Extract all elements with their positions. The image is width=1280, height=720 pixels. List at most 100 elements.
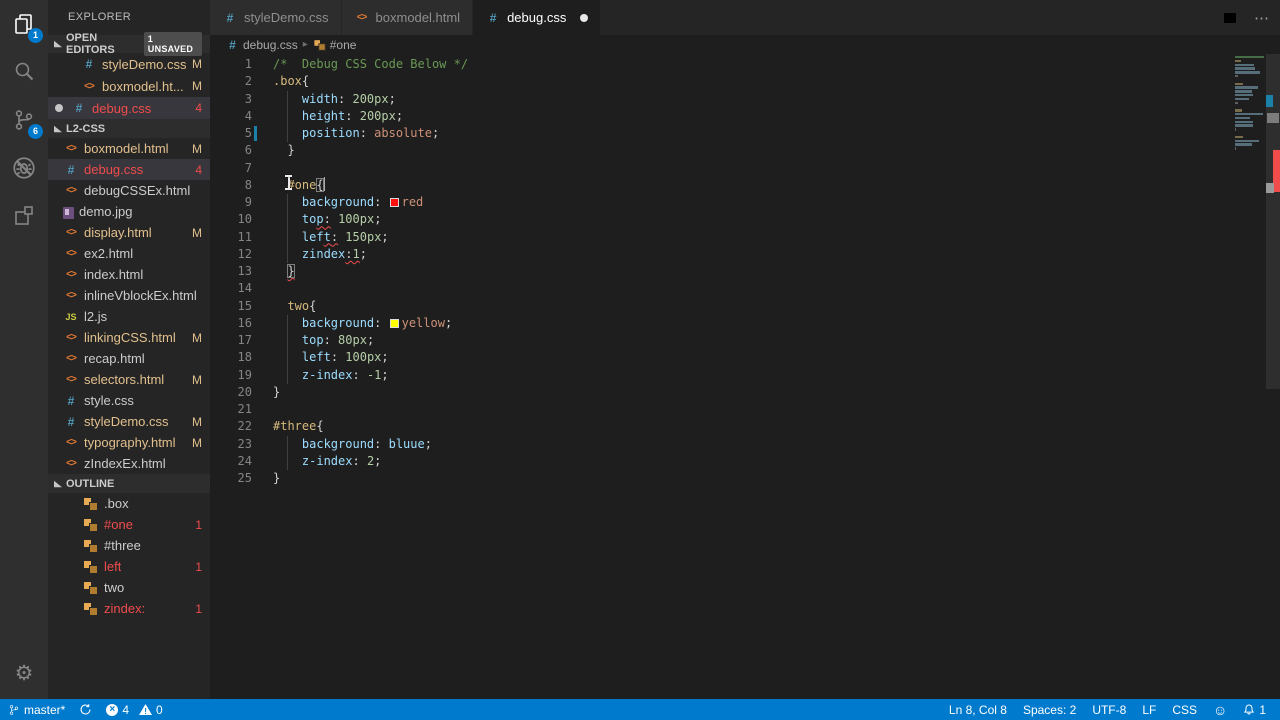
- code-line[interactable]: 8 #one{: [210, 176, 1234, 194]
- code-line[interactable]: 21: [210, 401, 1234, 418]
- code-line[interactable]: 10 top: 100px;: [210, 211, 1234, 229]
- folder-header[interactable]: L2-CSS: [48, 119, 210, 138]
- problems-item[interactable]: × 4 0: [106, 703, 163, 717]
- editor-content[interactable]: 1/* Debug CSS Code Below */2 .box{3 width…: [210, 54, 1280, 699]
- file-item[interactable]: <> selectors.html M: [48, 369, 210, 390]
- file-item[interactable]: <> recap.html: [48, 348, 210, 369]
- file-item[interactable]: <> debugCSSEx.html: [48, 180, 210, 201]
- unsaved-dot-icon[interactable]: [580, 13, 589, 22]
- open-editors-header[interactable]: OPEN EDITORS 1 UNSAVED: [48, 32, 210, 56]
- code-line[interactable]: 7: [210, 160, 1234, 177]
- code-line[interactable]: 11 left: 150px;: [210, 228, 1234, 246]
- code-line[interactable]: 3 width: 200px;: [210, 90, 1234, 108]
- code-line[interactable]: 18 left: 100px;: [210, 349, 1234, 367]
- css-file-icon: #: [67, 162, 75, 177]
- source-control-icon[interactable]: 6: [0, 96, 48, 144]
- eol-item[interactable]: LF: [1142, 703, 1156, 717]
- file-item[interactable]: <> inlineVblockEx.html: [48, 285, 210, 306]
- breadcrumb-item[interactable]: #one: [313, 38, 356, 52]
- code-line[interactable]: 19 z-index: -1;: [210, 366, 1234, 384]
- tab-debug.css[interactable]: # debug.css: [473, 0, 602, 35]
- indentation-item[interactable]: Spaces: 2: [1023, 703, 1076, 717]
- notifications-bell-item[interactable]: 1: [1243, 703, 1266, 717]
- tab-boxmodel.html[interactable]: <> boxmodel.html: [341, 0, 474, 35]
- outline-item[interactable]: #three: [48, 535, 210, 556]
- outline-item[interactable]: left 1: [48, 556, 210, 577]
- code-line[interactable]: 9 background: red: [210, 194, 1234, 212]
- code-line[interactable]: 20}: [210, 384, 1234, 401]
- code-line[interactable]: 5 position: absolute;: [210, 125, 1234, 143]
- token: :: [345, 108, 360, 123]
- sync-icon[interactable]: [79, 703, 92, 716]
- css-rule-symbol-icon: [84, 518, 98, 532]
- code-line[interactable]: 16 background: yellow;: [210, 314, 1234, 332]
- file-item[interactable]: <> zIndexEx.html: [48, 453, 210, 474]
- token: }: [287, 143, 295, 158]
- code-line[interactable]: 14: [210, 280, 1234, 297]
- file-item[interactable]: <> typography.html M: [48, 432, 210, 453]
- tab-styleDemo.css[interactable]: # styleDemo.css: [210, 0, 342, 35]
- extensions-icon[interactable]: [0, 192, 48, 240]
- split-editor-icon[interactable]: [1222, 10, 1238, 26]
- code-line[interactable]: 6 }: [210, 142, 1234, 159]
- code-line[interactable]: 22 #three{: [210, 418, 1234, 435]
- outline-item[interactable]: zindex: 1: [48, 598, 210, 619]
- outline-item[interactable]: #one 1: [48, 514, 210, 535]
- code-line[interactable]: 4 height: 200px;: [210, 107, 1234, 125]
- file-item[interactable]: # debug.css 4: [48, 159, 210, 180]
- overview-ruler[interactable]: [1266, 54, 1280, 699]
- open-editor-item[interactable]: <> boxmodel.ht... M: [48, 75, 210, 97]
- code-line[interactable]: 23 background: bluue;: [210, 435, 1234, 453]
- code-line[interactable]: 1 /* Debug CSS Code Below */: [210, 56, 1234, 73]
- outline-name: zindex:: [104, 601, 146, 616]
- search-icon[interactable]: [0, 48, 48, 96]
- file-item[interactable]: <> linkingCSS.html M: [48, 327, 210, 348]
- token: t: [323, 229, 331, 244]
- token: -1: [366, 367, 382, 382]
- code-line[interactable]: 12 zindex:1;: [210, 245, 1234, 263]
- code-line[interactable]: 24 z-index: 2;: [210, 452, 1234, 470]
- minimap-line: [1235, 97, 1250, 101]
- open-editor-item[interactable]: # styleDemo.css M: [48, 53, 210, 75]
- file-name: inlineVblockEx.html: [84, 288, 197, 303]
- file-item[interactable]: <> display.html M: [48, 222, 210, 243]
- file-item[interactable]: # style.css: [48, 390, 210, 411]
- language-mode-item[interactable]: CSS: [1172, 703, 1197, 717]
- file-item[interactable]: <> boxmodel.html M: [48, 138, 210, 159]
- file-item[interactable]: JS l2.js: [48, 306, 210, 327]
- more-actions-icon[interactable]: ⋯: [1254, 9, 1270, 27]
- overview-mark-modified: [1266, 95, 1273, 107]
- code-line[interactable]: 17 top: 80px;: [210, 332, 1234, 350]
- open-editor-item[interactable]: # debug.css 4: [48, 97, 210, 119]
- css-file-icon: #: [67, 414, 75, 429]
- settings-gear-icon[interactable]: ⚙: [0, 651, 48, 695]
- debug-icon[interactable]: [0, 144, 48, 192]
- line-number: 23: [237, 436, 252, 451]
- code-line[interactable]: 13 }: [210, 263, 1234, 280]
- file-item[interactable]: <> index.html: [48, 264, 210, 285]
- cursor-position-item[interactable]: Ln 8, Col 8: [949, 703, 1007, 717]
- outline-item[interactable]: two: [48, 577, 210, 598]
- open-changes-icon[interactable]: [1190, 10, 1206, 26]
- outline-item[interactable]: .box: [48, 493, 210, 514]
- outline-header[interactable]: OUTLINE: [48, 474, 210, 493]
- file-item[interactable]: demo.jpg: [48, 201, 210, 222]
- file-item[interactable]: # styleDemo.css M: [48, 411, 210, 432]
- explorer-icon[interactable]: 1: [0, 0, 48, 48]
- status-bar: master* × 4 0 Ln 8, Col 8 Spaces: 2 UTF-8 L…: [0, 699, 1280, 720]
- breadcrumb-item[interactable]: # debug.css: [226, 38, 298, 52]
- encoding-item[interactable]: UTF-8: [1092, 703, 1126, 717]
- code-line[interactable]: 2 .box{: [210, 73, 1234, 90]
- file-item[interactable]: <> ex2.html: [48, 243, 210, 264]
- line-number: 18: [237, 350, 252, 365]
- code-text: }: [252, 142, 295, 159]
- open-editors-list: # styleDemo.css M <> boxmodel.ht... M # debug.c…: [48, 53, 210, 119]
- code-line[interactable]: 25}: [210, 470, 1234, 487]
- code-line[interactable]: 15 two{: [210, 298, 1234, 315]
- git-branch-item[interactable]: master*: [8, 703, 65, 717]
- feedback-smiley-icon[interactable]: ☺: [1213, 703, 1227, 717]
- css-rule-symbol-icon: [84, 539, 98, 553]
